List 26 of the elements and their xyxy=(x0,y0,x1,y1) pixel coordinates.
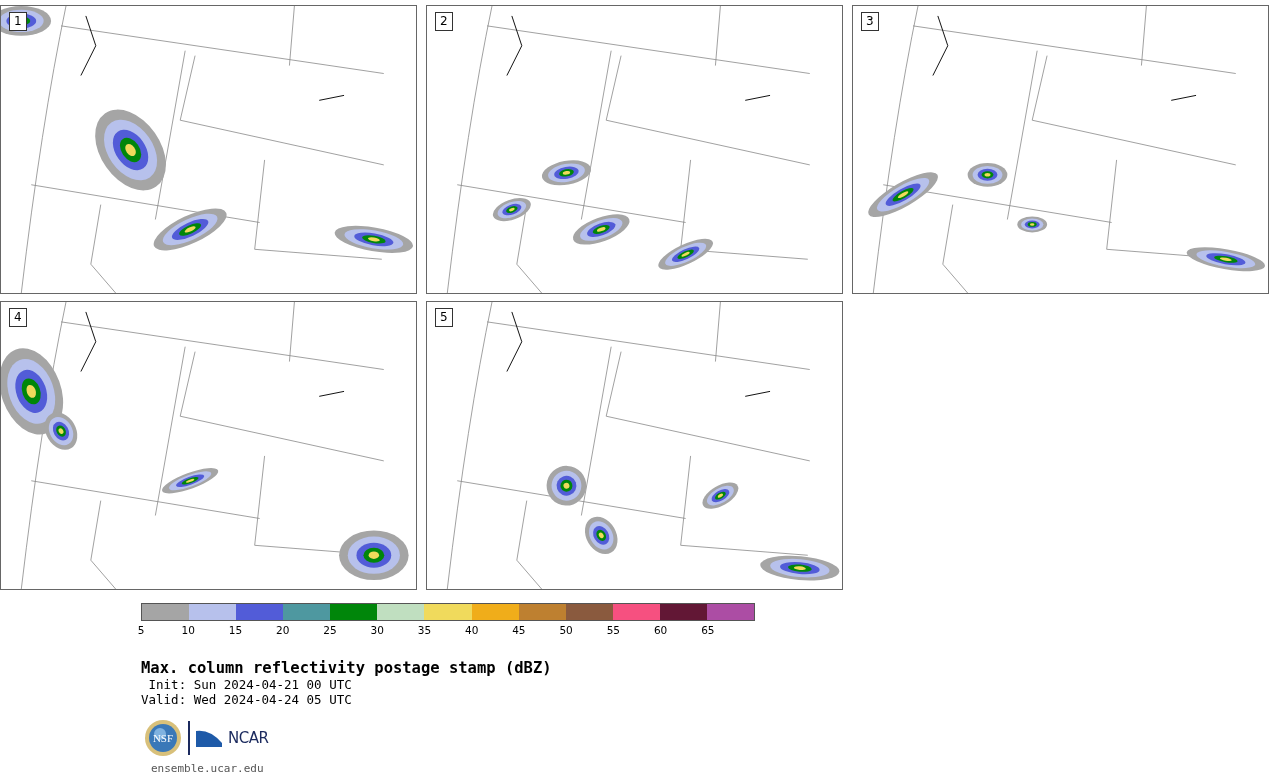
tick-label: 25 xyxy=(323,623,337,638)
tick-label: 20 xyxy=(276,623,290,638)
tick-label: 40 xyxy=(464,623,479,638)
chart-title: Max. column reflectivity postage stamp (dBZ) xyxy=(141,659,553,677)
tick-label: 5 xyxy=(137,623,145,638)
panel-number: 3 xyxy=(861,12,879,31)
site-url: ensemble.ucar.edu xyxy=(151,761,265,773)
tick-label: 35 xyxy=(417,623,432,638)
tick-label: 15 xyxy=(228,623,243,638)
tick-label: 50 xyxy=(559,623,573,638)
tick-label: 55 xyxy=(606,623,621,638)
wing-logo-icon xyxy=(196,729,222,747)
seal-logo: NSF xyxy=(144,719,182,757)
tick-label: 60 xyxy=(653,623,668,638)
tick-label: 30 xyxy=(370,623,384,638)
tick-label: 65 xyxy=(701,623,715,638)
tick-label: 10 xyxy=(181,623,195,638)
panel-number: 1 xyxy=(9,12,27,31)
init-time: Init: Sun 2024-04-21 00 UTC xyxy=(147,677,353,692)
tick-label: 45 xyxy=(512,623,526,638)
panel-number: 5 xyxy=(435,308,453,327)
valid-time: Valid: Wed 2024-04-24 05 UTC xyxy=(141,692,353,707)
panel-number: 4 xyxy=(9,308,27,327)
logo-wordmark: NCAR xyxy=(228,727,269,749)
logo-divider xyxy=(188,721,190,755)
panel-number: 2 xyxy=(435,12,453,31)
